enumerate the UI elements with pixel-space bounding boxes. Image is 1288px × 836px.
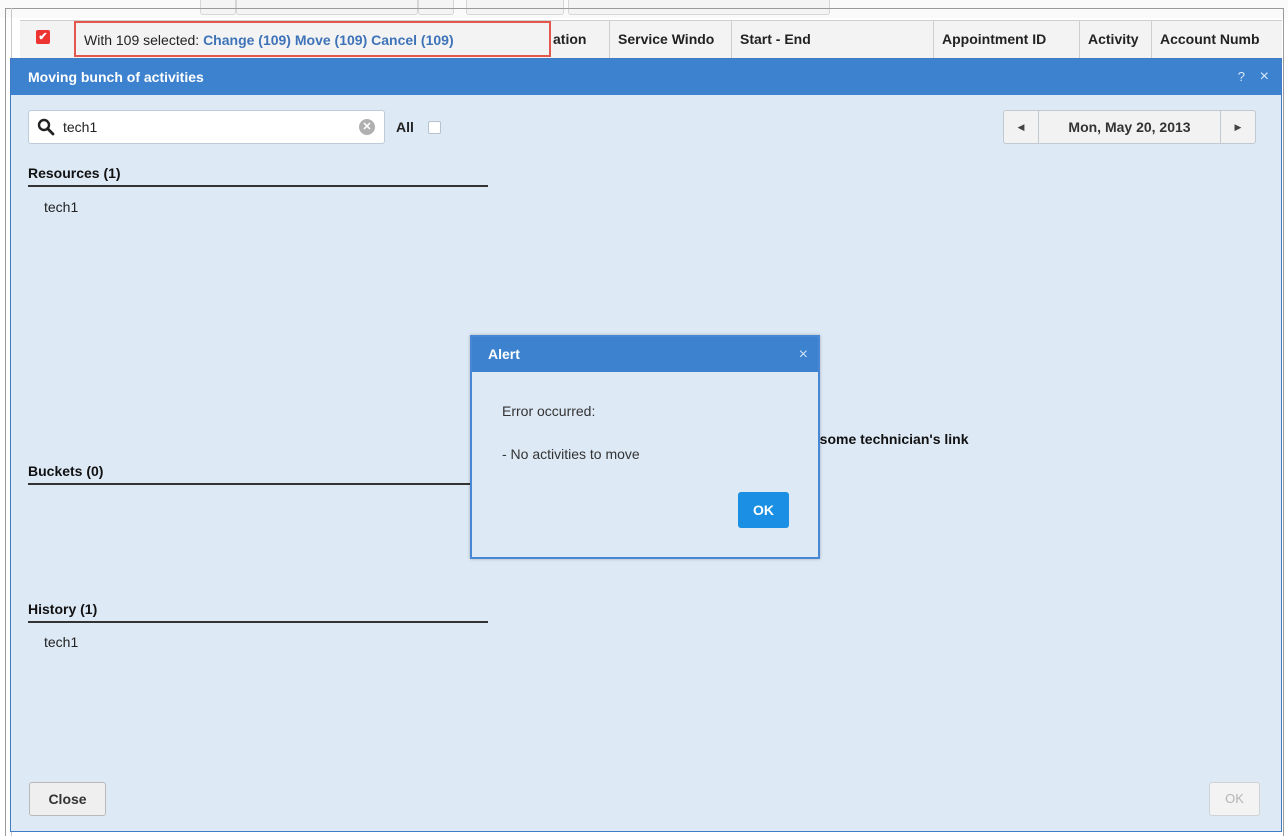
window-border-right (1283, 8, 1284, 836)
help-icon[interactable]: ? (1238, 59, 1245, 95)
checked-checkbox-icon[interactable]: ✔ (36, 30, 50, 44)
ok-button: OK (1209, 782, 1260, 816)
alert-detail: - No activities to move (502, 446, 640, 462)
selection-count-text: With 109 selected: (84, 32, 200, 48)
move-link[interactable]: Move (109) (295, 32, 367, 48)
column-header-appointment-id[interactable]: Appointment ID (933, 21, 1081, 59)
close-button[interactable]: Close (29, 782, 106, 816)
chevron-right-icon[interactable]: ▶ (1220, 111, 1255, 143)
close-icon[interactable]: × (799, 337, 808, 372)
all-checkbox[interactable] (428, 121, 441, 134)
column-header-start-end[interactable]: Start - End (731, 21, 935, 59)
alert-message: Error occurred: (502, 403, 596, 419)
change-link[interactable]: Change (109) (203, 32, 291, 48)
buckets-title: Buckets (0) (28, 463, 104, 479)
date-navigator: ◀ Mon, May 20, 2013 ▶ (1003, 110, 1256, 144)
alert-title: Alert (488, 346, 520, 362)
all-label: All (396, 119, 414, 135)
cancel-link[interactable]: Cancel (109) (371, 32, 453, 48)
section-divider (28, 483, 488, 485)
alert-ok-button[interactable]: OK (738, 492, 789, 528)
window-border-top (5, 8, 1284, 9)
alert-titlebar: Alert × (472, 337, 818, 372)
search-box: ✕ (28, 110, 385, 144)
selection-actions: With 109 selected: Change (109) Move (10… (84, 23, 454, 57)
resource-item[interactable]: tech1 (44, 199, 78, 215)
clear-icon[interactable]: ✕ (359, 119, 375, 135)
search-icon (37, 118, 55, 136)
column-header-service-window[interactable]: Service Windo (609, 21, 733, 59)
dialog-titlebar: Moving bunch of activities ? × (11, 59, 1281, 95)
date-label[interactable]: Mon, May 20, 2013 (1039, 111, 1220, 143)
section-divider (28, 185, 488, 187)
history-item[interactable]: tech1 (44, 634, 78, 650)
search-input[interactable] (63, 111, 343, 143)
column-header-account-number[interactable]: Account Numb (1151, 21, 1282, 59)
column-header-activity[interactable]: Activity (1079, 21, 1151, 59)
selection-actions-bar: With 109 selected: Change (109) Move (10… (74, 21, 551, 57)
resources-title: Resources (1) (28, 165, 121, 181)
alert-dialog: Alert × Error occurred: - No activities … (470, 335, 820, 559)
top-strip (0, 0, 1288, 18)
history-title: History (1) (28, 601, 98, 617)
section-divider (28, 621, 488, 623)
chevron-left-icon[interactable]: ◀ (1004, 111, 1039, 143)
close-icon[interactable]: × (1260, 59, 1269, 95)
hint-text: k some technician's link (808, 431, 969, 447)
dialog-title: Moving bunch of activities (28, 69, 204, 85)
